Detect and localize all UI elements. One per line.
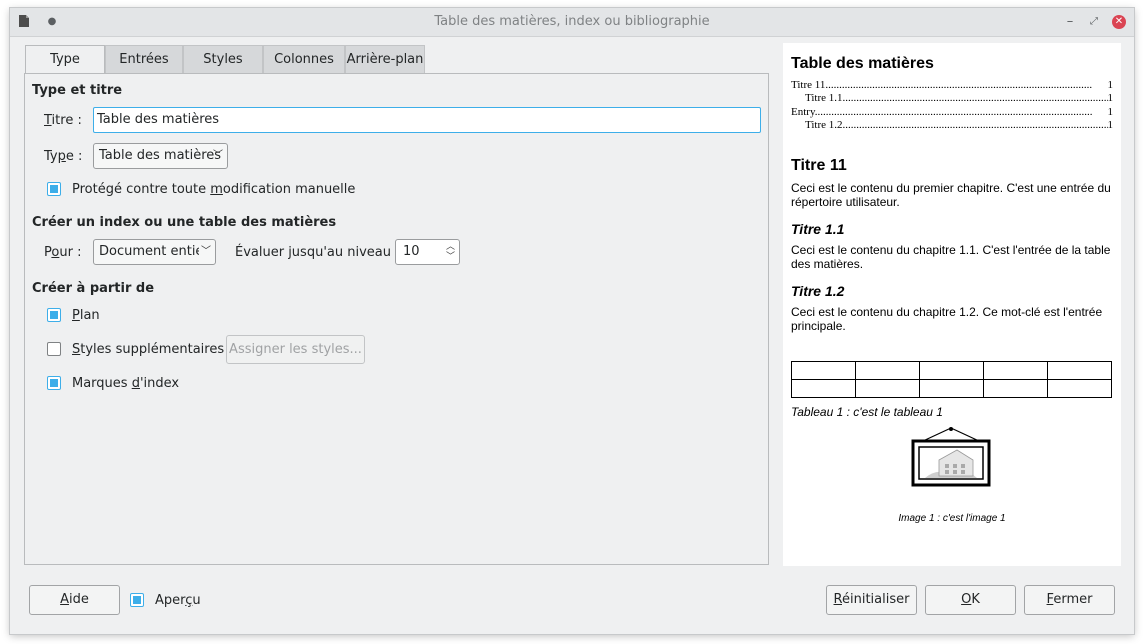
close-button[interactable]: Fermer	[1024, 585, 1115, 615]
tab-styles[interactable]: Styles	[183, 45, 263, 73]
chevron-down-icon: ﹀	[199, 240, 211, 264]
index-marks-label: Marques d'index	[72, 376, 180, 391]
title-bar: ● Table des matières, index ou bibliogra…	[10, 8, 1134, 37]
tab-type[interactable]: Type	[25, 45, 105, 75]
outline-label: Plan	[72, 308, 100, 323]
title-input[interactable]: Table des matières	[93, 107, 761, 133]
close-icon[interactable]: ✕	[1112, 15, 1126, 29]
preview-table-caption: Tableau 1 : c'est le tableau 1	[791, 405, 943, 419]
spin-up-icon[interactable]: ︿	[446, 242, 455, 252]
preview-table	[791, 361, 1112, 398]
title-label: Titre :	[44, 113, 82, 128]
additional-styles-checkbox[interactable]	[47, 342, 61, 356]
for-label: Pour :	[44, 245, 82, 260]
spin-down-icon[interactable]: ﹀	[446, 252, 455, 262]
index-marks-checkbox[interactable]	[47, 376, 61, 390]
preview-paragraph: Ceci est le contenu du chapitre 1.2. Ce …	[791, 305, 1103, 333]
preview-heading-2: Titre 1.1	[791, 221, 845, 237]
preview-label: Aperçu	[155, 593, 201, 608]
preview-heading-1: Titre 11	[791, 157, 847, 174]
preview-toc-entry: Titre 1.2...............................…	[805, 119, 1113, 131]
section-type-title: Type et titre	[32, 83, 123, 98]
tab-panel-type: Type et titre Titre : Table des matières…	[24, 73, 769, 565]
reset-button[interactable]: Réinitialiser	[826, 585, 917, 615]
tab-background[interactable]: Arrière-plan	[345, 45, 425, 73]
type-label: Type :	[44, 149, 83, 164]
level-label: Évaluer jusqu'au niveau :	[235, 245, 400, 260]
chevron-down-icon: ﹀	[213, 150, 223, 161]
preview-toc-title: Table des matières	[791, 55, 934, 72]
preview-toc-entry: Titre 11................................…	[791, 79, 1113, 91]
section-create-index: Créer un index ou une table des matières	[32, 215, 337, 230]
preview-paragraph: Ceci est le contenu du chapitre 1.1. C'e…	[791, 243, 1111, 271]
ok-button[interactable]: OK	[925, 585, 1016, 615]
maximize-icon[interactable]: ⤢	[1086, 14, 1102, 30]
tab-entries[interactable]: Entrées	[105, 45, 183, 73]
preview-toc-entry: Titre 1.1...............................…	[805, 92, 1113, 104]
type-select[interactable]: Table des matières ﹀	[93, 143, 228, 169]
help-button[interactable]: Aide	[29, 585, 120, 615]
section-create-from: Créer à partir de	[32, 281, 155, 296]
dialog-window: ● Table des matières, index ou bibliogra…	[10, 8, 1134, 634]
minimize-icon[interactable]: –	[1062, 14, 1078, 30]
level-value: 10	[403, 244, 420, 259]
protected-label: Protégé contre toute modification manuel…	[72, 182, 356, 197]
additional-styles-label: Styles supplémentaires	[72, 342, 225, 357]
preview-heading-2: Titre 1.2	[791, 283, 845, 299]
for-select-value: Document entier	[99, 244, 209, 259]
protected-checkbox[interactable]	[47, 182, 61, 196]
picture-frame-icon	[911, 426, 991, 491]
type-select-value: Table des matières	[99, 148, 222, 163]
tab-columns[interactable]: Colonnes	[263, 45, 345, 73]
preview-toc-entry: Entry...................................…	[791, 106, 1113, 118]
window-title: Table des matières, index ou bibliograph…	[434, 14, 710, 29]
preview-pane: Table des matières Titre 11.............…	[783, 43, 1121, 566]
preview-checkbox[interactable]	[130, 593, 144, 607]
preview-paragraph: Ceci est le contenu du premier chapitre.…	[791, 181, 1111, 209]
preview-image-caption: Image 1 : c'est l'image 1	[898, 513, 1006, 524]
for-select[interactable]: Document entier ﹀	[93, 239, 216, 265]
assign-styles-button[interactable]: Assigner les styles...	[226, 335, 365, 364]
level-spinbox[interactable]: 10 ︿ ﹀	[395, 239, 460, 265]
outline-checkbox[interactable]	[47, 308, 61, 322]
